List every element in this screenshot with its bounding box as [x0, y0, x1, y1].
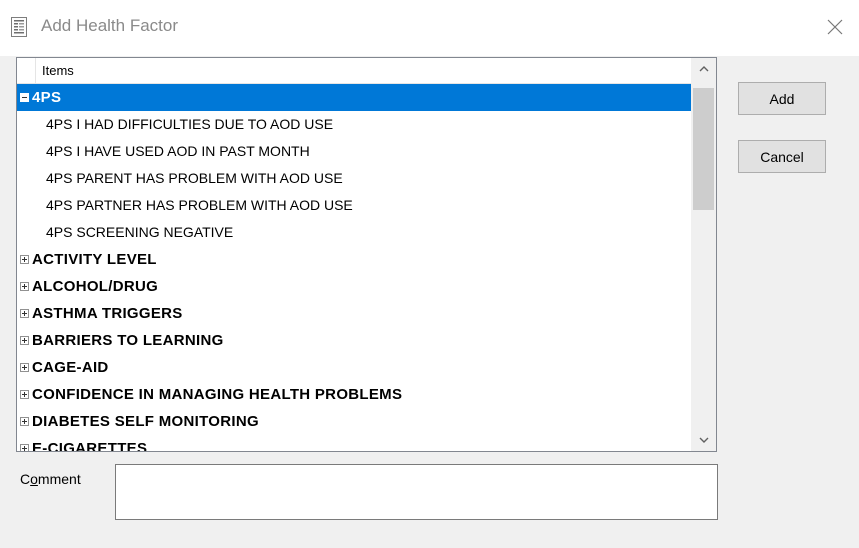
header-corner	[17, 58, 36, 83]
cancel-button[interactable]: Cancel	[738, 140, 826, 173]
document-form-icon	[11, 17, 27, 37]
row-label: 4PS PARTNER HAS PROBLEM WITH AOD USE	[46, 197, 353, 213]
comment-label-suffix: mment	[37, 471, 81, 487]
comment-label-prefix: C	[20, 471, 31, 487]
expand-toggle-icon[interactable]	[20, 363, 29, 372]
vertical-scrollbar[interactable]	[691, 58, 716, 451]
row-label: ACTIVITY LEVEL	[32, 251, 157, 268]
tree-category-row[interactable]: ACTIVITY LEVEL	[17, 246, 691, 273]
tree-item-row[interactable]: 4PS I HAD DIFFICULTIES DUE TO AOD USE	[17, 111, 691, 138]
expand-toggle-icon[interactable]	[20, 336, 29, 345]
comment-input[interactable]	[115, 464, 718, 520]
list-rows: 4PS 4PS I HAD DIFFICULTIES DUE TO AOD USE…	[17, 84, 691, 452]
tree-category-row[interactable]: 4PS	[17, 84, 691, 111]
expand-toggle-icon[interactable]	[20, 417, 29, 426]
tree-item-row[interactable]: 4PS SCREENING NEGATIVE	[17, 219, 691, 246]
tree-item-row[interactable]: 4PS PARTNER HAS PROBLEM WITH AOD USE	[17, 192, 691, 219]
expand-toggle-icon[interactable]	[20, 444, 29, 451]
row-label: 4PS	[32, 89, 62, 106]
close-icon	[827, 19, 843, 35]
column-header-items[interactable]: Items	[42, 63, 74, 78]
tree-category-row[interactable]: ASTHMA TRIGGERS	[17, 300, 691, 327]
tree-category-row[interactable]: ALCOHOL/DRUG	[17, 273, 691, 300]
row-label: DIABETES SELF MONITORING	[32, 413, 259, 430]
row-label: E-CIGARETTES	[32, 440, 148, 452]
list-header: Items	[17, 58, 691, 84]
scroll-down-button[interactable]	[691, 429, 716, 451]
row-label: 4PS I HAVE USED AOD IN PAST MONTH	[46, 143, 310, 159]
health-factor-list[interactable]: Items 4PS 4PS I HAD DIFFICULTIES DUE TO A…	[16, 57, 717, 452]
tree-category-row[interactable]: CAGE-AID	[17, 354, 691, 381]
row-label: 4PS I HAD DIFFICULTIES DUE TO AOD USE	[46, 116, 334, 132]
row-label: 4PS SCREENING NEGATIVE	[46, 224, 234, 240]
row-label: CONFIDENCE IN MANAGING HEALTH PROBLEMS	[32, 386, 403, 403]
tree-category-row[interactable]: DIABETES SELF MONITORING	[17, 408, 691, 435]
tree-category-row[interactable]: E-CIGARETTES	[17, 435, 691, 452]
close-button[interactable]	[818, 12, 852, 42]
row-label: ALCOHOL/DRUG	[32, 278, 159, 295]
chevron-down-icon	[699, 437, 708, 443]
row-label: ASTHMA TRIGGERS	[32, 305, 183, 322]
scroll-thumb[interactable]	[693, 88, 714, 210]
expand-toggle-icon[interactable]	[20, 390, 29, 399]
expand-toggle-icon[interactable]	[20, 282, 29, 291]
tree-category-row[interactable]: CONFIDENCE IN MANAGING HEALTH PROBLEMS	[17, 381, 691, 408]
tree-item-row[interactable]: 4PS PARENT HAS PROBLEM WITH AOD USE	[17, 165, 691, 192]
row-label: CAGE-AID	[32, 359, 109, 376]
tree-category-row[interactable]: BARRIERS TO LEARNING	[17, 327, 691, 354]
window-title: Add Health Factor	[41, 16, 179, 35]
expand-toggle-icon[interactable]	[20, 309, 29, 318]
row-label: 4PS PARENT HAS PROBLEM WITH AOD USE	[46, 170, 343, 186]
comment-label-accesskey: o	[30, 471, 38, 487]
expand-toggle-icon[interactable]	[20, 255, 29, 264]
row-label: BARRIERS TO LEARNING	[32, 332, 224, 349]
add-button[interactable]: Add	[738, 82, 826, 115]
tree-item-row[interactable]: 4PS I HAVE USED AOD IN PAST MONTH	[17, 138, 691, 165]
collapse-toggle-icon[interactable]	[20, 93, 29, 102]
chevron-up-icon	[699, 66, 708, 72]
title-bar: Add Health Factor	[0, 0, 859, 56]
scroll-up-button[interactable]	[691, 58, 716, 80]
comment-label: Comment	[20, 471, 81, 487]
